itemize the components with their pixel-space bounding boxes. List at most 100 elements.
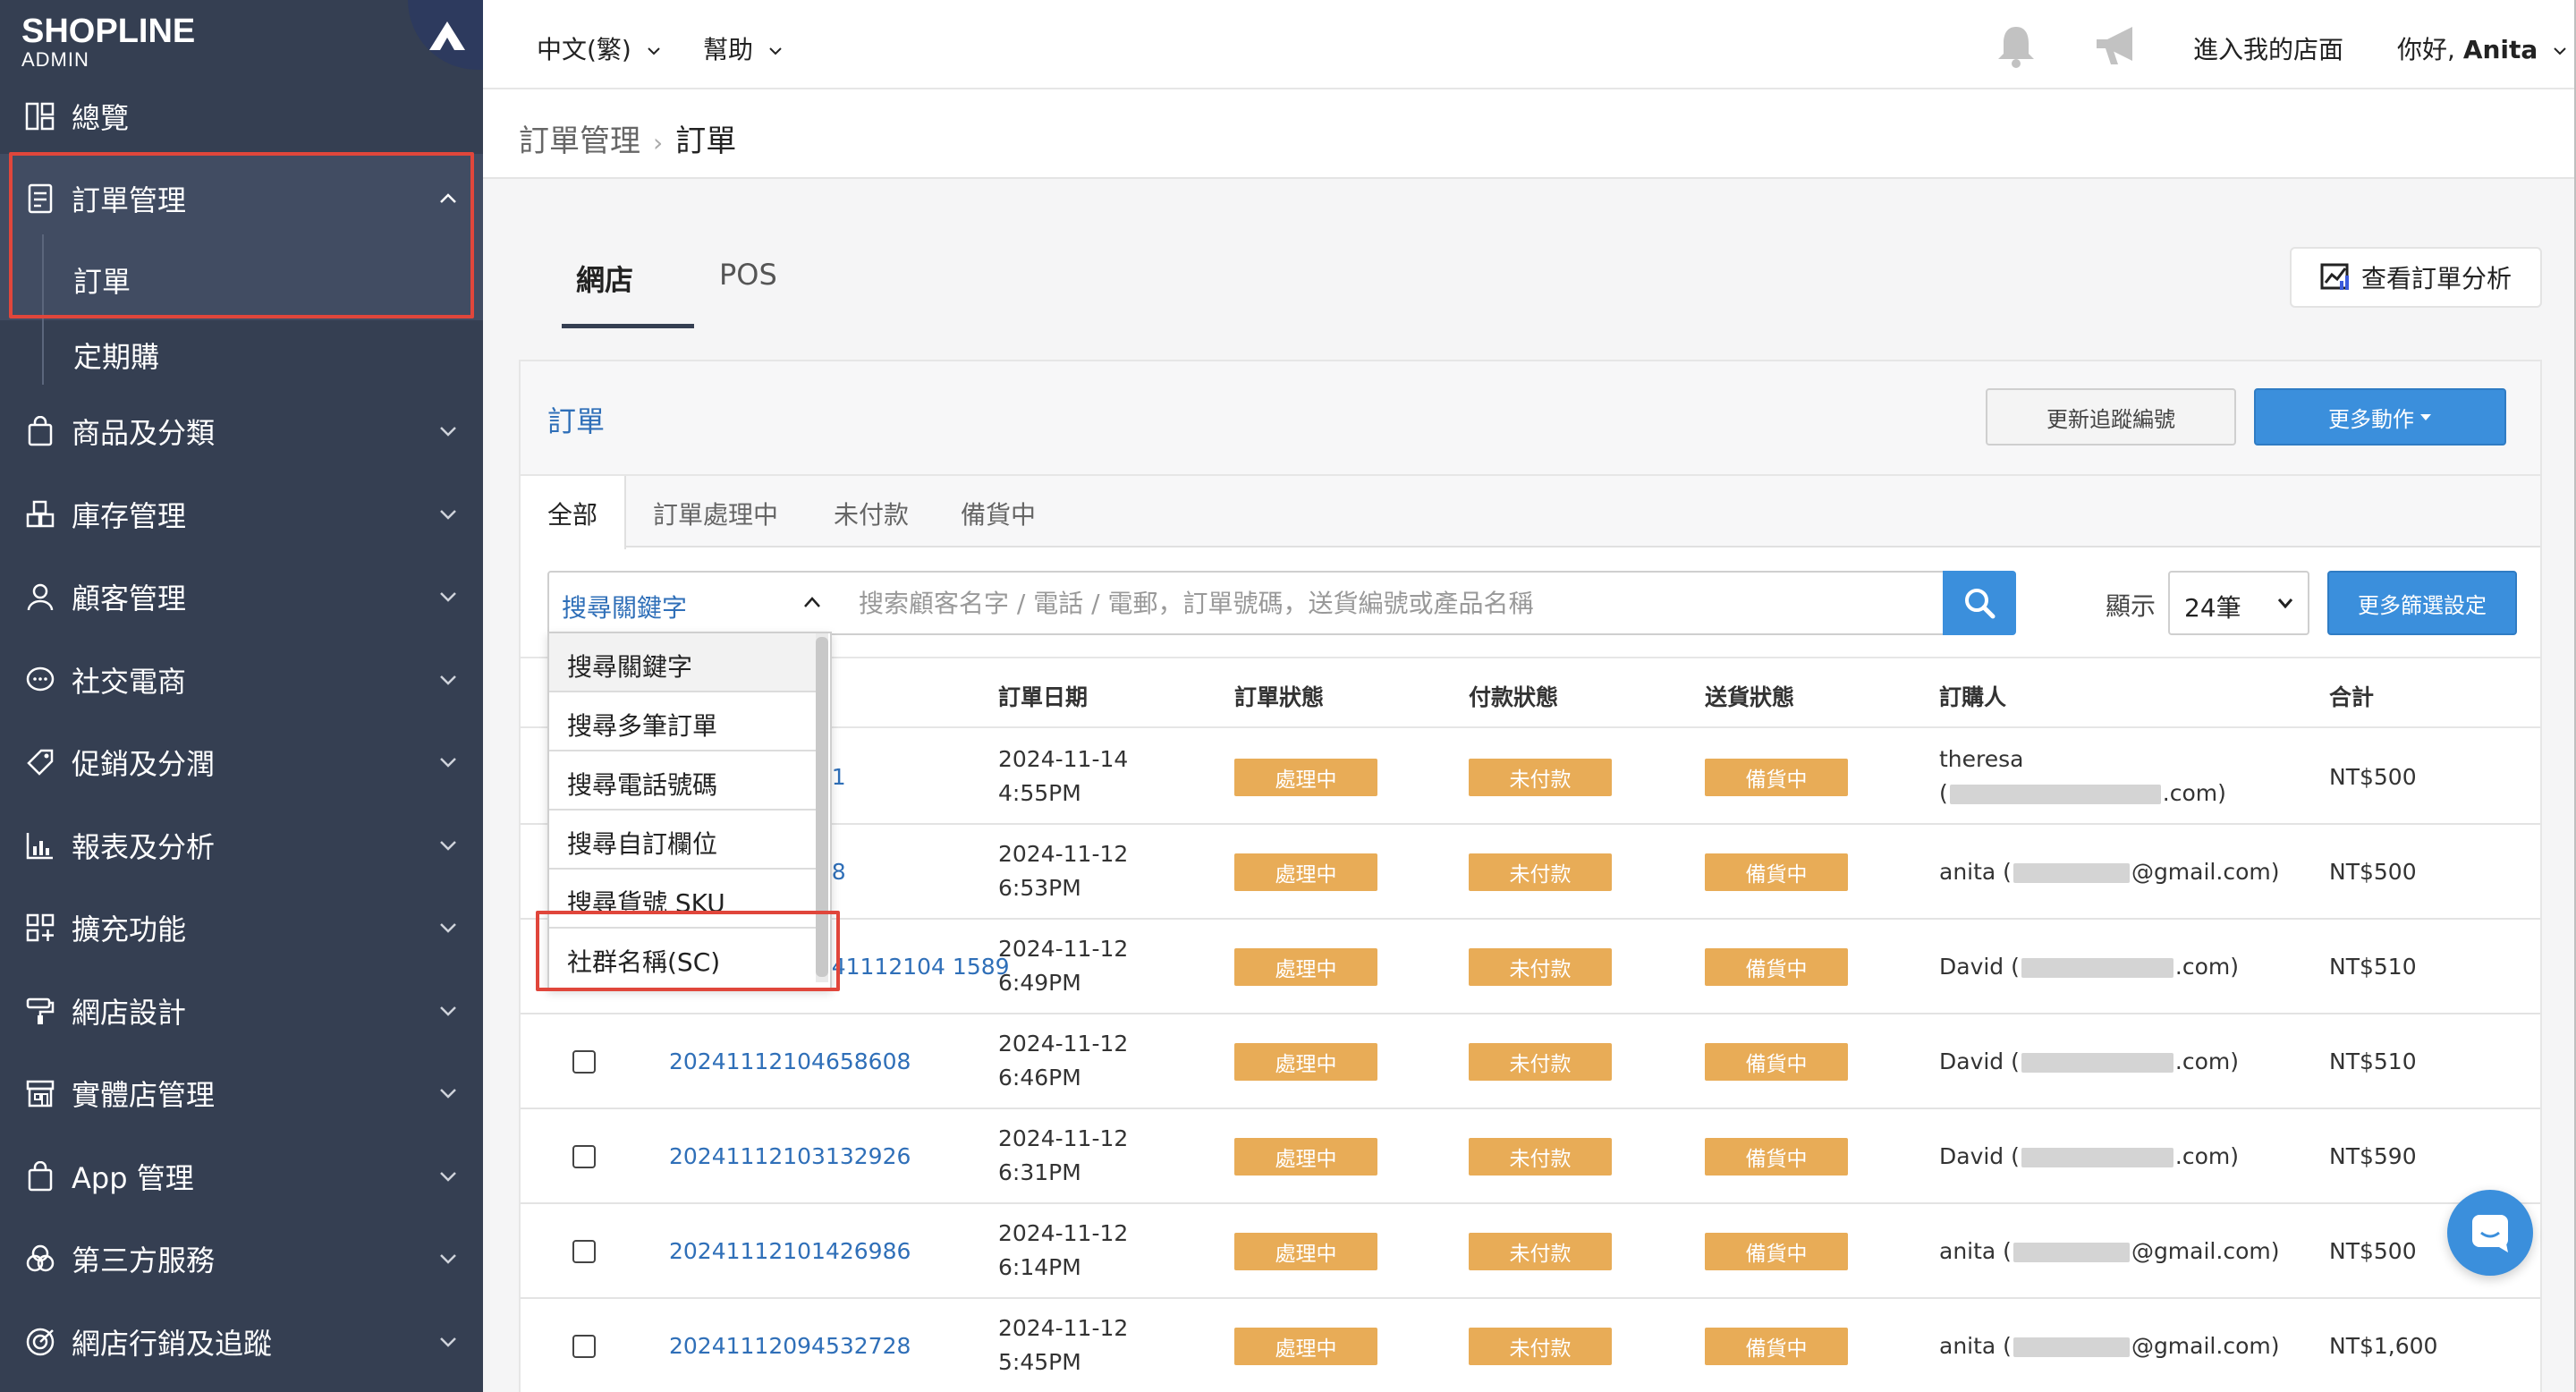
dropdown-option-keyword[interactable]: 搜尋關鍵字 xyxy=(549,633,818,692)
bag-icon xyxy=(28,416,53,446)
row-checkbox[interactable] xyxy=(572,1050,596,1074)
search-input[interactable] xyxy=(834,571,1945,635)
row-checkbox[interactable] xyxy=(572,1145,596,1168)
chart-icon xyxy=(2320,263,2349,290)
payment-status-badge: 未付款 xyxy=(1469,853,1612,891)
sidebar-item-app-management[interactable]: App 管理 xyxy=(0,1135,483,1218)
per-page-select[interactable]: 24筆 xyxy=(2168,571,2309,635)
logo-text: SHOPLINE xyxy=(21,13,196,50)
update-tracking-button[interactable]: 更新追蹤編號 xyxy=(1986,388,2236,446)
dropdown-option-phone[interactable]: 搜尋電話號碼 xyxy=(549,751,818,811)
payment-status-badge: 未付款 xyxy=(1469,1328,1612,1365)
language-selector[interactable]: 中文(繁) xyxy=(537,30,661,66)
chat-icon xyxy=(2472,1215,2508,1252)
dashboard-icon xyxy=(25,102,55,131)
sidebar-toggle[interactable] xyxy=(408,0,483,70)
redacted-email xyxy=(2021,1148,2174,1167)
customer: anita (@gmail.com) xyxy=(1939,1238,2279,1264)
dropdown-option-multi-order[interactable]: 搜尋多筆訂單 xyxy=(549,692,818,751)
caret-down-icon xyxy=(2420,414,2431,420)
chat-button[interactable] xyxy=(2447,1190,2533,1276)
order-number-link[interactable]: 20241112101426986 xyxy=(669,1238,911,1264)
order-number-link[interactable]: 20241112104658608 xyxy=(669,1048,911,1074)
sidebar-item-label: 社交電商 xyxy=(72,664,187,699)
search-button[interactable] xyxy=(1943,571,2016,635)
chevron-down-icon xyxy=(2277,598,2293,608)
sidebar-item-overview[interactable]: 總覽 xyxy=(0,75,483,157)
order-status-badge: 處理中 xyxy=(1234,1328,1377,1365)
show-label: 顯示 xyxy=(2106,591,2157,621)
status-tab-preparing[interactable]: 備貨中 xyxy=(961,496,1036,531)
dropdown-option-custom-field[interactable]: 搜尋自訂欄位 xyxy=(549,811,818,870)
tab-webstore[interactable]: 網店 xyxy=(576,258,633,299)
customer-email-suffix: .com) xyxy=(2174,954,2239,980)
sidebar-item-store-design[interactable]: 網店設計 xyxy=(0,970,483,1052)
status-tab-processing[interactable]: 訂單處理中 xyxy=(653,496,778,531)
order-analysis-button[interactable]: 查看訂單分析 xyxy=(2290,247,2542,308)
circles-icon xyxy=(26,1244,55,1272)
sidebar-item-third-party[interactable]: 第三方服務 xyxy=(0,1218,483,1300)
order-total: NT$500 xyxy=(2329,859,2417,885)
sidebar-item-marketing-tracking[interactable]: 網店行銷及追蹤 xyxy=(0,1301,483,1383)
active-tab-indicator xyxy=(562,324,694,328)
report-icon xyxy=(26,832,53,859)
sidebar-item-promotions[interactable]: 促銷及分潤 xyxy=(0,721,483,803)
row-checkbox[interactable] xyxy=(572,1240,596,1263)
table-row[interactable]: 20241112104658608 2024-11-12 6:46PM 處理中 未付款 備… xyxy=(521,1014,2540,1109)
customer-email-suffix: .com) xyxy=(2174,1048,2239,1074)
order-date: 2024-11-12 xyxy=(998,1220,1129,1246)
order-analysis-label: 查看訂單分析 xyxy=(2360,264,2512,293)
chevron-down-icon xyxy=(2554,47,2566,55)
order-total: NT$500 xyxy=(2329,1238,2417,1264)
order-total: NT$500 xyxy=(2329,764,2417,790)
bell-icon[interactable] xyxy=(1995,23,2038,68)
delivery-status-badge: 備貨中 xyxy=(1705,1138,1848,1176)
sidebar-item-label: App 管理 xyxy=(72,1160,194,1195)
topbar: 中文(繁) 幫助 進入我的店面 你好, Anita xyxy=(483,0,2576,89)
order-date: 2024-11-12 xyxy=(998,1125,1129,1151)
table-row[interactable]: 20241112101426986 2024-11-12 6:14PM 處理中 未付款 備… xyxy=(521,1204,2540,1299)
sidebar-item-extensions[interactable]: 擴充功能 xyxy=(0,887,483,969)
order-status-badge: 處理中 xyxy=(1234,1138,1377,1176)
sidebar-item-retail-store[interactable]: 實體店管理 xyxy=(0,1052,483,1134)
visit-store-link[interactable]: 進入我的店面 xyxy=(2193,30,2343,66)
more-actions-button[interactable]: 更多動作 xyxy=(2254,388,2506,446)
sidebar-item-products[interactable]: 商品及分類 xyxy=(0,390,483,472)
row-checkbox[interactable] xyxy=(572,1335,596,1358)
table-row[interactable]: 20241112094532728 2024-11-12 5:45PM 處理中 未付款 備… xyxy=(521,1299,2540,1392)
order-number-link[interactable]: 20241112094532728 xyxy=(669,1333,911,1359)
sidebar-item-social-commerce[interactable]: 社交電商 xyxy=(0,639,483,721)
more-filters-button[interactable]: 更多篩選設定 xyxy=(2327,571,2517,635)
order-date: 2024-11-12 xyxy=(998,841,1129,867)
order-date: 2024-11-12 xyxy=(998,1315,1129,1341)
sidebar-item-customers[interactable]: 顧客管理 xyxy=(0,556,483,638)
order-number-link[interactable]: 20241112103132926 xyxy=(669,1143,911,1169)
sidebar-subitem-subscription[interactable]: 定期購 xyxy=(0,315,483,386)
tab-pos[interactable]: POS xyxy=(719,258,777,292)
order-status-badge: 處理中 xyxy=(1234,948,1377,986)
order-date: 2024-11-12 xyxy=(998,1031,1129,1057)
payment-status-badge: 未付款 xyxy=(1469,759,1612,796)
sidebar-item-label: 商品及分類 xyxy=(72,416,216,450)
table-row[interactable]: 20241112103132926 2024-11-12 6:31PM 處理中 未付款 備… xyxy=(521,1109,2540,1204)
order-total: NT$510 xyxy=(2329,954,2417,980)
header-delivery-status: 送貨狀態 xyxy=(1705,684,1795,710)
highlight-box xyxy=(9,152,474,318)
user-menu[interactable]: 你好, Anita xyxy=(2397,30,2567,66)
sidebar-item-reports[interactable]: 報表及分析 xyxy=(0,804,483,887)
redacted-email xyxy=(2021,958,2174,978)
status-tab-unpaid[interactable]: 未付款 xyxy=(834,496,909,531)
logo[interactable]: SHOPLINE ADMIN xyxy=(0,0,483,79)
sidebar-item-label: 網店設計 xyxy=(72,995,187,1030)
megaphone-icon[interactable] xyxy=(2093,23,2141,68)
status-tab-all[interactable]: 全部 xyxy=(521,476,626,549)
dropdown-option-label: 搜尋關鍵字 xyxy=(567,652,693,682)
help-menu[interactable]: 幫助 xyxy=(703,30,783,66)
chevron-down-icon xyxy=(440,1254,456,1264)
orders-card: 訂單 更新追蹤編號 更多動作 全部 訂單處理中 未付款 備貨中 搜尋關鍵字 顯示… xyxy=(519,360,2542,1392)
search-type-select[interactable]: 搜尋關鍵字 xyxy=(547,571,835,635)
header-payment-status: 付款狀態 xyxy=(1469,684,1559,710)
sidebar-item-inventory[interactable]: 庫存管理 xyxy=(0,473,483,556)
order-time: 6:14PM xyxy=(998,1254,1081,1280)
breadcrumb-parent[interactable]: 訂單管理 xyxy=(519,123,640,159)
